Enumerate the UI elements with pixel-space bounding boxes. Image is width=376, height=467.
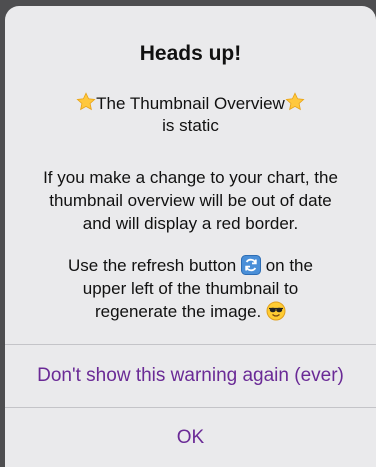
paragraph-line: Use the refresh button <box>68 256 237 275</box>
instruction-paragraph: Use the refresh button on the upper left… <box>5 254 376 323</box>
warning-paragraph: If you make a change to your chart, the … <box>5 166 376 235</box>
paragraph-line: upper left of the thumbnail to <box>82 279 299 298</box>
subtitle-text-line2: is static <box>162 116 219 135</box>
sunglasses-emoji-icon <box>266 301 286 321</box>
paragraph-line: If you make a change to your chart, the <box>43 168 338 187</box>
star-icon <box>285 92 305 112</box>
dont-show-again-button[interactable]: Don't show this warning again (ever) <box>5 345 376 407</box>
paragraph-line: and will display a red border. <box>82 214 299 233</box>
alert-dialog: Heads up! The Thumbnail Overview is stat… <box>5 6 376 467</box>
dialog-subtitle: The Thumbnail Overview is static <box>5 92 376 137</box>
dialog-title: Heads up! <box>139 42 242 65</box>
paragraph-line: on the <box>265 256 313 275</box>
subtitle-text: The Thumbnail Overview <box>96 94 285 113</box>
ok-button[interactable]: OK <box>5 408 376 467</box>
refresh-icon <box>240 255 261 275</box>
star-icon <box>76 92 96 112</box>
paragraph-line: thumbnail overview will be out of date <box>49 191 332 210</box>
paragraph-line: regenerate the image. <box>94 302 262 321</box>
